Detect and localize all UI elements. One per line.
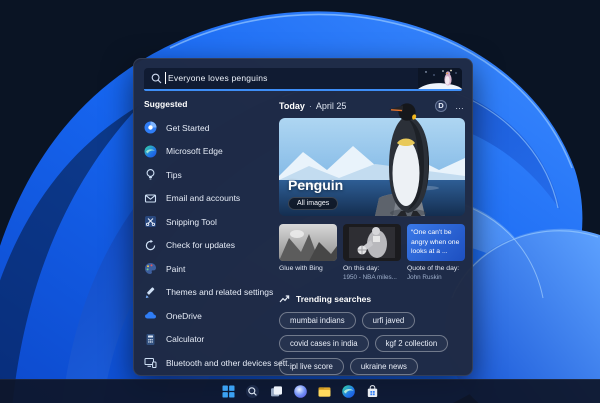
penguin-photo-subject: [389, 103, 429, 217]
widgets-icon[interactable]: [293, 384, 308, 399]
penguin-night-illustration: [418, 68, 462, 89]
dot-separator: ·: [308, 100, 312, 111]
sidebar-item-label: Check for updates: [166, 240, 235, 251]
sidebar-item-label: Paint: [166, 263, 186, 274]
sidebar-item-label: Email and accounts: [166, 193, 241, 204]
sidebar-item-snipping-tool[interactable]: Snipping Tool: [144, 210, 274, 234]
sidebar-item-tips[interactable]: Tips: [144, 163, 274, 187]
today-date: April 25: [315, 100, 347, 111]
sidebar-item-label: Themes and related settings: [166, 287, 274, 298]
card-quote-of-the-day[interactable]: “One can't be angry when one looks at a …: [407, 224, 465, 281]
trending-chip[interactable]: mumbai indians: [279, 312, 356, 329]
card-on-this-day[interactable]: On this day: 1950 - NBA miles...: [343, 224, 401, 281]
sidebar-item-label: Tips: [166, 169, 182, 180]
edge-icon: [144, 145, 157, 158]
trending-chip[interactable]: urfi javed: [361, 312, 416, 329]
card-caption: Glue with Bing: [279, 265, 323, 272]
sidebar-item-label: OneDrive: [166, 310, 202, 321]
sidebar-item-label: Microsoft Edge: [166, 146, 223, 157]
card-subcaption: John Ruskin: [407, 274, 442, 281]
trending-title: Trending searches: [296, 294, 372, 304]
themes-pencil-icon: [145, 287, 155, 298]
sidebar-item-label: Get Started: [166, 122, 210, 133]
sidebar-item-email-accounts[interactable]: Email and accounts: [144, 187, 274, 211]
sidebar-item-paint[interactable]: Paint: [144, 257, 274, 281]
get-started-icon: [144, 121, 157, 134]
search-icon: [151, 73, 162, 84]
text-caret: [165, 72, 166, 84]
file-explorer-icon[interactable]: [317, 384, 332, 399]
suggested-section: Suggested Get Started Microsoft Edge Tip…: [144, 99, 295, 375]
card-glue-with-bing[interactable]: Glue with Bing: [279, 224, 337, 281]
store-icon[interactable]: [365, 384, 380, 399]
email-envelope-icon: [144, 194, 157, 203]
trending-up-icon: [279, 295, 290, 303]
refresh-updates-icon: [145, 239, 156, 250]
calculator-icon: [146, 333, 155, 345]
quote-card-background: “One can't be angry when one looks at a …: [407, 224, 465, 261]
task-view-icon[interactable]: [269, 384, 284, 399]
search-flyout-panel: Everyone loves penguins Suggested Get St…: [133, 58, 473, 376]
quote-text: “One can't be angry when one looks at a …: [411, 229, 460, 256]
tips-lightbulb-icon: [146, 169, 155, 180]
start-button-icon[interactable]: [221, 384, 236, 399]
paint-palette-icon: [145, 263, 156, 275]
hero-title: Penguin: [288, 177, 344, 193]
taskbar: [0, 379, 600, 403]
card-subcaption: 1950 - NBA miles...: [343, 274, 397, 281]
search-query-text: Everyone loves penguins: [168, 73, 268, 83]
sidebar-item-microsoft-edge[interactable]: Microsoft Edge: [144, 140, 274, 164]
sidebar-item-get-started[interactable]: Get Started: [144, 116, 274, 140]
daily-content-section: Today · April 25 D … Penguin All images …: [279, 99, 465, 375]
grayscale-photo: [279, 224, 337, 261]
taskbar-search-icon[interactable]: [245, 384, 260, 399]
trending-chip[interactable]: covid cases in india: [279, 335, 369, 352]
today-label: Today: [279, 100, 305, 111]
sidebar-item-label: Calculator: [166, 334, 205, 345]
bluetooth-devices-icon: [144, 358, 157, 369]
sidebar-item-onedrive[interactable]: OneDrive: [144, 304, 274, 328]
trending-chip[interactable]: kgf 2 collection: [374, 335, 449, 352]
snipping-tool-icon: [145, 216, 156, 228]
card-caption: Quote of the day:: [407, 265, 460, 272]
grayscale-basketball-photo: [343, 224, 401, 261]
sidebar-item-check-updates[interactable]: Check for updates: [144, 234, 274, 258]
trending-chip[interactable]: ukraine news: [349, 358, 418, 375]
sidebar-item-label: Bluetooth and other devices sett...: [166, 357, 295, 368]
onedrive-cloud-icon: [145, 312, 156, 319]
more-options-button[interactable]: …: [455, 101, 465, 110]
trending-section: Trending searches mumbai indians urfi ja…: [279, 294, 465, 375]
hero-image-card[interactable]: Penguin All images: [279, 103, 465, 217]
card-caption: On this day:: [343, 265, 380, 272]
trending-chips: mumbai indians urfi javed covid cases in…: [279, 312, 465, 375]
search-input[interactable]: Everyone loves penguins: [144, 68, 462, 91]
sidebar-item-bluetooth-devices[interactable]: Bluetooth and other devices sett...: [144, 351, 295, 375]
suggested-title: Suggested: [144, 99, 188, 109]
daily-cards-row: Glue with Bing On this day: 1950 - NBA m…: [279, 224, 465, 281]
sidebar-item-label: Snipping Tool: [166, 216, 217, 227]
edge-browser-icon[interactable]: [341, 384, 356, 399]
sidebar-item-calculator[interactable]: Calculator: [144, 328, 274, 352]
sidebar-item-themes-settings[interactable]: Themes and related settings: [144, 281, 274, 305]
all-images-button[interactable]: All images: [288, 197, 339, 210]
trending-chip[interactable]: ipl live score: [279, 358, 344, 375]
